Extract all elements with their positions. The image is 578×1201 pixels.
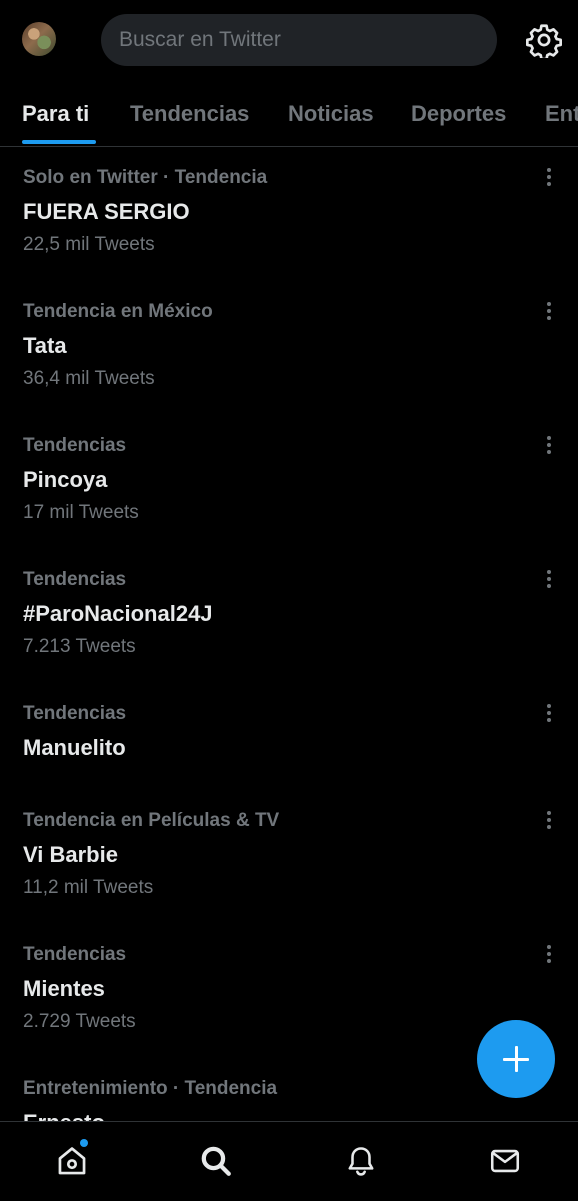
trend-title: Mientes [23, 976, 105, 1001]
tab-deportes[interactable]: Deportes [411, 101, 506, 127]
avatar[interactable] [22, 22, 56, 56]
tab-noticias[interactable]: Noticias [288, 101, 374, 127]
trend-tweet-count: 17 mil Tweets [23, 502, 139, 523]
bottom-nav [0, 1121, 578, 1201]
home-notification-dot [80, 1139, 88, 1147]
bell-icon[interactable] [344, 1144, 378, 1178]
trend-title: FUERA SERGIO [23, 199, 190, 224]
trend-tweet-count: 36,4 mil Tweets [23, 368, 155, 389]
trend-context: Tendencias [23, 944, 127, 965]
trend-context: Solo en Twitter · Tendencia [23, 167, 268, 188]
trend-context: Tendencias [23, 569, 127, 590]
trend-tweet-count: 7.213 Tweets [23, 636, 136, 657]
trend-title: #ParoNacional24J [23, 601, 213, 626]
trend-tweet-count: 22,5 mil Tweets [23, 234, 155, 255]
more-options-icon[interactable] [540, 942, 558, 968]
trend-title: Vi Barbie [23, 842, 118, 867]
trend-context: Tendencia en México [23, 301, 213, 322]
search-icon[interactable] [199, 1144, 233, 1178]
trend-title: Pincoya [23, 467, 108, 492]
search-placeholder: Buscar en Twitter [119, 28, 281, 51]
trend-context: Entretenimiento · Tendencia [23, 1078, 278, 1099]
trend-tweet-count: 2.729 Tweets [23, 1011, 136, 1032]
more-options-icon[interactable] [540, 433, 558, 459]
tab-entretenimiento[interactable]: Ent [545, 101, 578, 127]
search-input[interactable]: Buscar en Twitter [101, 14, 497, 66]
trend-context: Tendencias [23, 703, 127, 724]
compose-tweet-button[interactable] [477, 1020, 555, 1098]
top-bar: Buscar en Twitter [0, 0, 578, 80]
home-icon[interactable] [55, 1144, 89, 1178]
explore-tabs: Para ti Tendencias Noticias Deportes Ent [0, 90, 578, 147]
mail-icon[interactable] [488, 1144, 522, 1178]
settings-gear-icon[interactable] [526, 22, 562, 58]
active-tab-indicator [22, 140, 96, 144]
tab-tendencias[interactable]: Tendencias [130, 101, 249, 127]
trend-context: Tendencia en Películas & TV [23, 810, 280, 831]
trend-title: Manuelito [23, 735, 126, 760]
more-options-icon[interactable] [540, 567, 558, 593]
more-options-icon[interactable] [540, 299, 558, 325]
trend-tweet-count: 11,2 mil Tweets [23, 877, 154, 898]
tab-para-ti[interactable]: Para ti [22, 101, 89, 127]
trend-context: Tendencias [23, 435, 127, 456]
more-options-icon[interactable] [540, 701, 558, 727]
trend-title: Tata [23, 333, 67, 358]
more-options-icon[interactable] [540, 165, 558, 191]
more-options-icon[interactable] [540, 808, 558, 834]
